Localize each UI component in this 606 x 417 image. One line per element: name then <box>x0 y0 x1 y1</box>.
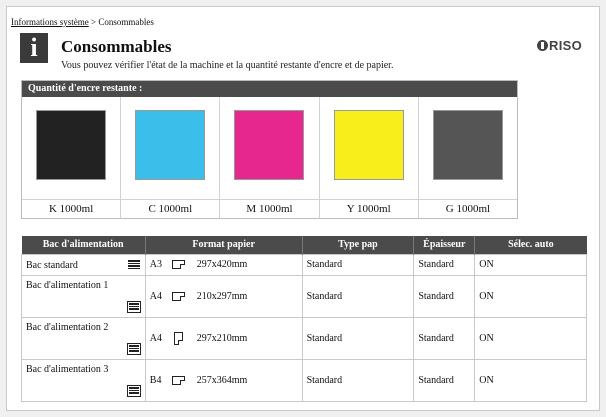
column-header-auto-select: Sélec. auto <box>474 236 587 254</box>
ink-cell-c: C 1000ml <box>121 97 221 218</box>
paper-size-cell: A3 297x420mm <box>144 253 303 276</box>
tray-name: Bac d'alimentation 1 <box>26 279 109 291</box>
paper-dimensions: 210x297mm <box>196 290 248 302</box>
column-header-thickness: Épaisseur <box>413 236 476 254</box>
portrait-orientation-icon <box>173 331 183 345</box>
ink-cell-m: M 1000ml <box>220 97 320 218</box>
table-row: Bac standard A3 297x420mm Standard Standa… <box>21 253 587 276</box>
auto-select-cell: ON <box>474 358 587 402</box>
ink-remaining-section: Quantité d'encre restante : K 1000ml C 1… <box>21 80 518 219</box>
page-title: Consommables <box>61 37 172 56</box>
page-subtitle: Vous pouvez vérifier l'état de la machin… <box>61 60 394 71</box>
column-header-tray: Bac d'alimentation <box>21 236 146 254</box>
feed-tray-icon <box>126 300 141 313</box>
ink-swatch-k <box>36 110 106 180</box>
ink-section-heading: Quantité d'encre restante : <box>22 81 517 97</box>
paper-type-cell: Standard <box>301 358 415 402</box>
thickness-cell: Standard <box>413 358 476 402</box>
ink-swatch-m <box>234 110 305 180</box>
breadcrumb-link-system-info[interactable]: Informations système <box>11 17 89 27</box>
tray-name-cell: Bac standard <box>21 253 146 276</box>
riso-logo-text: RISO <box>549 38 582 53</box>
paper-size: A4 <box>149 332 163 344</box>
standard-tray-icon <box>126 258 141 271</box>
landscape-orientation-icon <box>171 260 185 269</box>
ink-swatch-y <box>333 110 404 180</box>
paper-size-cell: A4 297x210mm <box>144 316 303 360</box>
breadcrumb-current: Consommables <box>98 17 154 27</box>
tray-name: Bac standard <box>26 259 78 271</box>
thickness-cell: Standard <box>413 316 476 360</box>
table-header-row: Bac d'alimentation Format papier Type pa… <box>21 236 587 254</box>
paper-type-cell: Standard <box>301 316 415 360</box>
auto-select-cell: ON <box>474 316 587 360</box>
column-header-paper-size: Format papier <box>145 236 303 254</box>
auto-select-cell: ON <box>474 253 587 276</box>
breadcrumb: Informations système > Consommables <box>11 17 154 27</box>
auto-select-cell: ON <box>474 274 587 318</box>
column-header-paper-type: Type pap <box>302 236 415 254</box>
paper-type-cell: Standard <box>301 253 415 276</box>
ink-label-c: C 1000ml <box>121 199 220 218</box>
ink-swatch-g <box>432 110 503 180</box>
paper-size-cell: B4 257x364mm <box>144 358 303 402</box>
ink-label-y: Y 1000ml <box>319 199 418 218</box>
table-row: Bac d'alimentation 3 B4 257x364mm Standar… <box>21 358 587 402</box>
ink-swatch-c <box>135 110 206 180</box>
ink-grid: K 1000ml C 1000ml M 1000ml Y 1000ml G 10… <box>22 97 518 218</box>
paper-size: A4 <box>149 290 163 302</box>
paper-dimensions: 257x364mm <box>196 374 248 386</box>
landscape-orientation-icon <box>171 375 185 385</box>
paper-tray-table: Bac d'alimentation Format papier Type pa… <box>21 236 587 402</box>
ink-cell-k: K 1000ml <box>22 97 122 218</box>
riso-logo-mark-icon <box>537 40 548 51</box>
paper-size: A3 <box>149 259 163 270</box>
paper-dimensions: 297x420mm <box>196 259 248 270</box>
tray-name-cell: Bac d'alimentation 2 <box>21 316 146 360</box>
tray-name: Bac d'alimentation 3 <box>26 363 109 375</box>
ink-label-m: M 1000ml <box>220 199 319 218</box>
paper-size-cell: A4 210x297mm <box>144 274 303 318</box>
consumables-panel: Informations système > Consommables i Co… <box>6 6 600 411</box>
thickness-cell: Standard <box>413 253 476 276</box>
info-icon: i <box>20 33 48 63</box>
ink-cell-g: G 1000ml <box>418 97 518 218</box>
ink-label-g: G 1000ml <box>418 199 518 218</box>
feed-tray-icon <box>126 384 141 397</box>
feed-tray-icon <box>126 342 141 355</box>
table-row: Bac d'alimentation 1 A4 210x297mm Standar… <box>21 274 587 318</box>
breadcrumb-separator: > <box>88 17 99 27</box>
ink-cell-y: Y 1000ml <box>319 97 419 218</box>
riso-logo: RISO <box>537 38 582 53</box>
paper-dimensions: 297x210mm <box>196 332 248 344</box>
landscape-orientation-icon <box>171 291 185 301</box>
tray-name-cell: Bac d'alimentation 3 <box>21 358 146 402</box>
tray-name: Bac d'alimentation 2 <box>26 321 109 333</box>
tray-name-cell: Bac d'alimentation 1 <box>21 274 146 318</box>
paper-type-cell: Standard <box>301 274 415 318</box>
table-row: Bac d'alimentation 2 A4 297x210mm Standar… <box>21 316 587 360</box>
ink-label-k: K 1000ml <box>22 199 121 218</box>
paper-size: B4 <box>149 374 162 386</box>
thickness-cell: Standard <box>413 274 476 318</box>
